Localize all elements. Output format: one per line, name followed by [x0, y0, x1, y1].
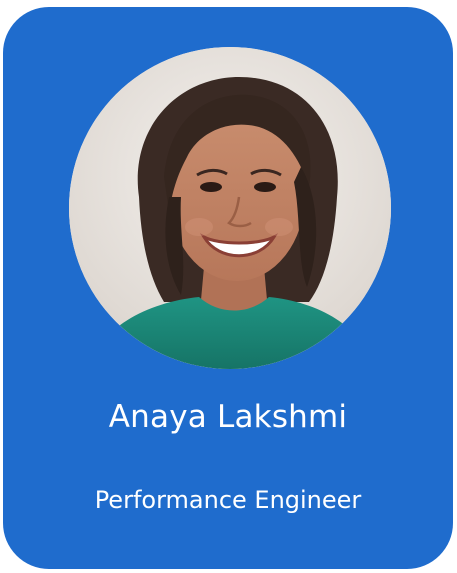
person-name: Anaya Lakshmi [108, 399, 348, 435]
person-job-title: Performance Engineer [94, 486, 362, 514]
profile-card: Anaya Lakshmi Performance Engineer [3, 7, 453, 569]
profile-photo [69, 47, 391, 369]
avatar [69, 47, 391, 369]
